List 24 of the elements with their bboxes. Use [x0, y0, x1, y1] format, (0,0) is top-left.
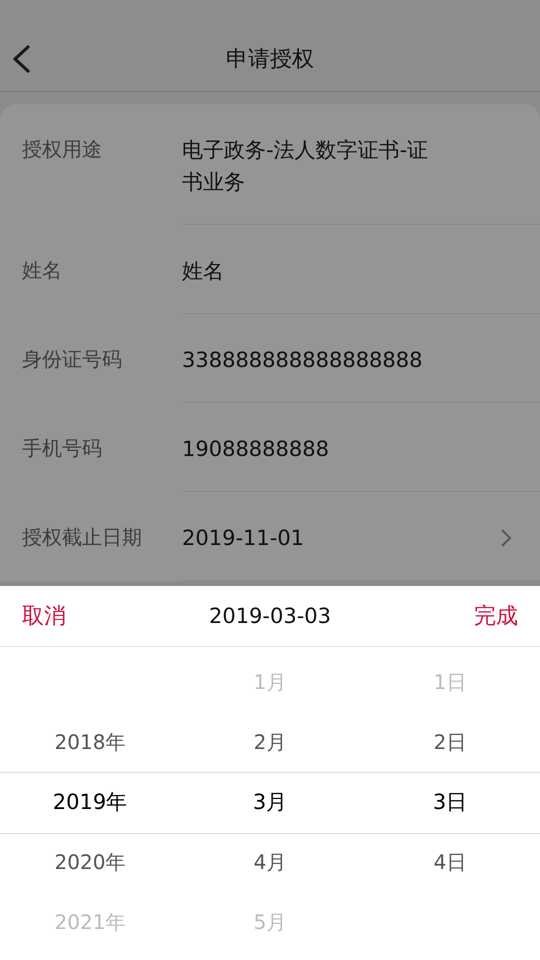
field-label: 身份证号码: [22, 346, 123, 373]
picker-option[interactable]: 4日: [434, 832, 466, 892]
picker-option[interactable]: 3日: [432, 772, 468, 832]
picker-option[interactable]: 2018年: [54, 712, 126, 772]
chevron-icon[interactable]: [500, 528, 512, 548]
picker-option[interactable]: 4月: [254, 832, 286, 892]
field-label: 手机号码: [22, 435, 103, 462]
field-label: 授权截止日期: [22, 524, 143, 551]
picker-option[interactable]: 2019年: [52, 772, 128, 832]
field-value: 338888888888888888: [182, 347, 422, 374]
picker-option[interactable]: 3月: [252, 772, 288, 832]
page-title: 申请授权: [226, 46, 314, 74]
picker-option[interactable]: 2月: [254, 712, 286, 772]
picker-option[interactable]: 2020年: [54, 832, 126, 892]
field-label: 姓名: [22, 257, 63, 284]
field-label: 授权用途: [22, 136, 103, 163]
field-value: 19088888888: [182, 436, 329, 463]
field-value: 2019-11-01: [182, 525, 304, 552]
cancel-button[interactable]: 取消: [22, 601, 66, 631]
picker-title: 2019-03-03: [208, 604, 332, 628]
field-value: 姓名: [182, 258, 224, 285]
done-button[interactable]: 完成: [474, 601, 518, 631]
field-value: 电子政务-法人数字证书-证书业务: [182, 137, 430, 196]
picker-option[interactable]: 2日: [434, 712, 466, 772]
